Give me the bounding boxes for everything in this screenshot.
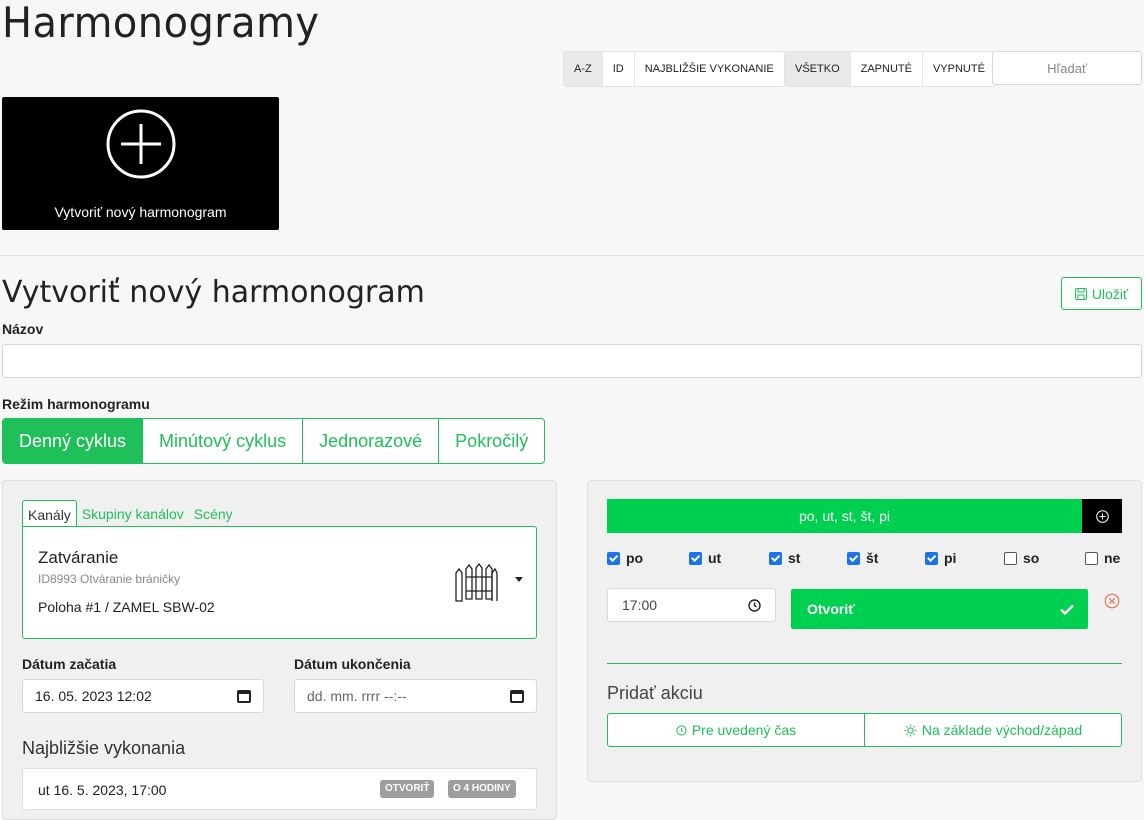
plus-circle-icon [106,109,176,179]
add-action-label: Pridať akciu [607,683,703,703]
mode-minute-button[interactable]: Minútový cyklus [142,419,302,463]
add-sun-label: Na základe východ/západ [921,722,1083,738]
create-schedule-label: Vytvoriť nový harmonogram [54,204,227,220]
target-tabs: Kanály Skupiny kanálov Scény [22,500,238,527]
day-checkbox-po[interactable]: po [607,550,643,566]
filter-toggle-group: VŠETKO ZAPNUTÉ VYPNUTÉ [784,51,996,87]
plus-circle-icon [1095,509,1109,523]
filter-disabled-button[interactable]: VYPNUTÉ [921,52,995,86]
clock-icon[interactable] [748,598,761,612]
tab-scenes[interactable]: Scény [189,500,238,527]
checkbox[interactable] [847,551,860,565]
next-executions-label: Najbližšie vykonania [22,738,186,758]
checkbox[interactable] [1004,551,1017,565]
gate-icon [455,563,498,602]
when-badge: O 4 HODINY [448,780,516,798]
save-button-label: Uložiť [1091,285,1129,302]
sort-next-execution-button[interactable]: NAJBLIŽŠIE VYKONANIE [633,52,784,86]
time-value: 17:00 [622,597,658,613]
day-label: so [1023,550,1040,566]
filter-all-button[interactable]: VŠETKO [785,52,850,86]
add-at-time-label: Pre uvedený čas [691,722,797,738]
end-date-placeholder: dd. mm. rrrr --:-- [307,688,407,704]
create-schedule-tile[interactable]: Vytvoriť nový harmonogram [2,97,279,230]
add-sun-button[interactable]: Na základe východ/západ [864,714,1121,746]
clock-icon [676,724,687,736]
name-field[interactable] [2,344,1142,378]
channel-id: ID8993 Otváranie bráničky [38,572,181,586]
day-label: st [788,550,801,566]
day-label: ut [708,550,722,566]
sun-icon [904,724,917,736]
day-label: št [866,550,879,566]
sort-toggle-group: A-Z ID NAJBLIŽŠIE VYKONANIE [563,51,785,87]
search-input[interactable] [992,51,1142,85]
tab-channels[interactable]: Kanály [22,500,77,527]
day-checkbox-st[interactable]: st [769,550,800,566]
name-label: Názov [2,321,44,337]
day-label: po [626,550,644,566]
add-at-time-button[interactable]: Pre uvedený čas [608,714,864,746]
check-icon [1060,604,1074,615]
checkbox[interactable] [925,551,938,565]
channel-location: Poloha #1 / ZAMEL SBW-02 [38,599,215,615]
mode-advanced-button[interactable]: Pokročilý [438,419,544,463]
calendar-icon[interactable] [510,689,524,703]
add-day-button[interactable] [1082,499,1122,533]
page-title: Harmonogramy [2,0,320,47]
day-checkbox-ne[interactable]: ne [1085,550,1120,566]
day-checkbox-st2[interactable]: št [847,550,878,566]
checkbox[interactable] [1085,551,1098,565]
day-checkbox-pi[interactable]: pi [925,550,956,566]
sort-id-button[interactable]: ID [601,52,634,86]
floppy-icon [1074,287,1087,300]
action-select[interactable]: Otvoriť [791,589,1088,629]
day-checkbox-ut[interactable]: ut [689,550,721,566]
channel-name: Zatváranie [38,548,119,567]
checkbox[interactable] [769,551,782,565]
end-date-label: Dátum ukončenia [294,656,411,672]
start-date-label: Dátum začatia [22,656,117,672]
calendar-icon[interactable] [237,689,251,703]
end-date-field[interactable]: dd. mm. rrrr --:-- [294,679,537,713]
mode-label: Režim harmonogramu [2,396,150,412]
sort-az-button[interactable]: A-Z [564,52,602,86]
start-date-value: 16. 05. 2023 12:02 [35,688,152,704]
form-title: Vytvoriť nový harmonogram [2,275,425,310]
start-date-field[interactable]: 16. 05. 2023 12:02 [22,679,264,713]
days-summary-bar[interactable]: po, ut, st, št, pi [607,499,1082,533]
tab-channel-groups[interactable]: Skupiny kanálov [77,500,189,527]
checkbox[interactable] [689,551,702,565]
add-action-group: Pre uvedený čas Na základe východ/západ [607,713,1122,747]
mode-toggle-group: Denný cyklus Minútový cyklus Jednorazové… [2,418,546,464]
save-button[interactable]: Uložiť [1061,277,1142,310]
day-label: ne [1104,550,1121,566]
mode-once-button[interactable]: Jednorazové [302,419,438,463]
filter-enabled-button[interactable]: ZAPNUTÉ [849,52,922,86]
remove-action-icon[interactable] [1104,593,1120,609]
mode-daily-button[interactable]: Denný cyklus [3,419,143,463]
action-label: Otvoriť [807,601,855,617]
day-label: pi [944,550,957,566]
section-divider [607,663,1122,664]
day-checkbox-so[interactable]: so [1004,550,1039,566]
section-divider [0,255,1144,256]
execution-time: ut 16. 5. 2023, 17:00 [38,782,167,798]
checkbox[interactable] [607,551,620,565]
time-field[interactable]: 17:00 [607,588,776,622]
chevron-down-icon[interactable] [515,577,523,582]
action-badge: OTVORIŤ [380,780,435,798]
